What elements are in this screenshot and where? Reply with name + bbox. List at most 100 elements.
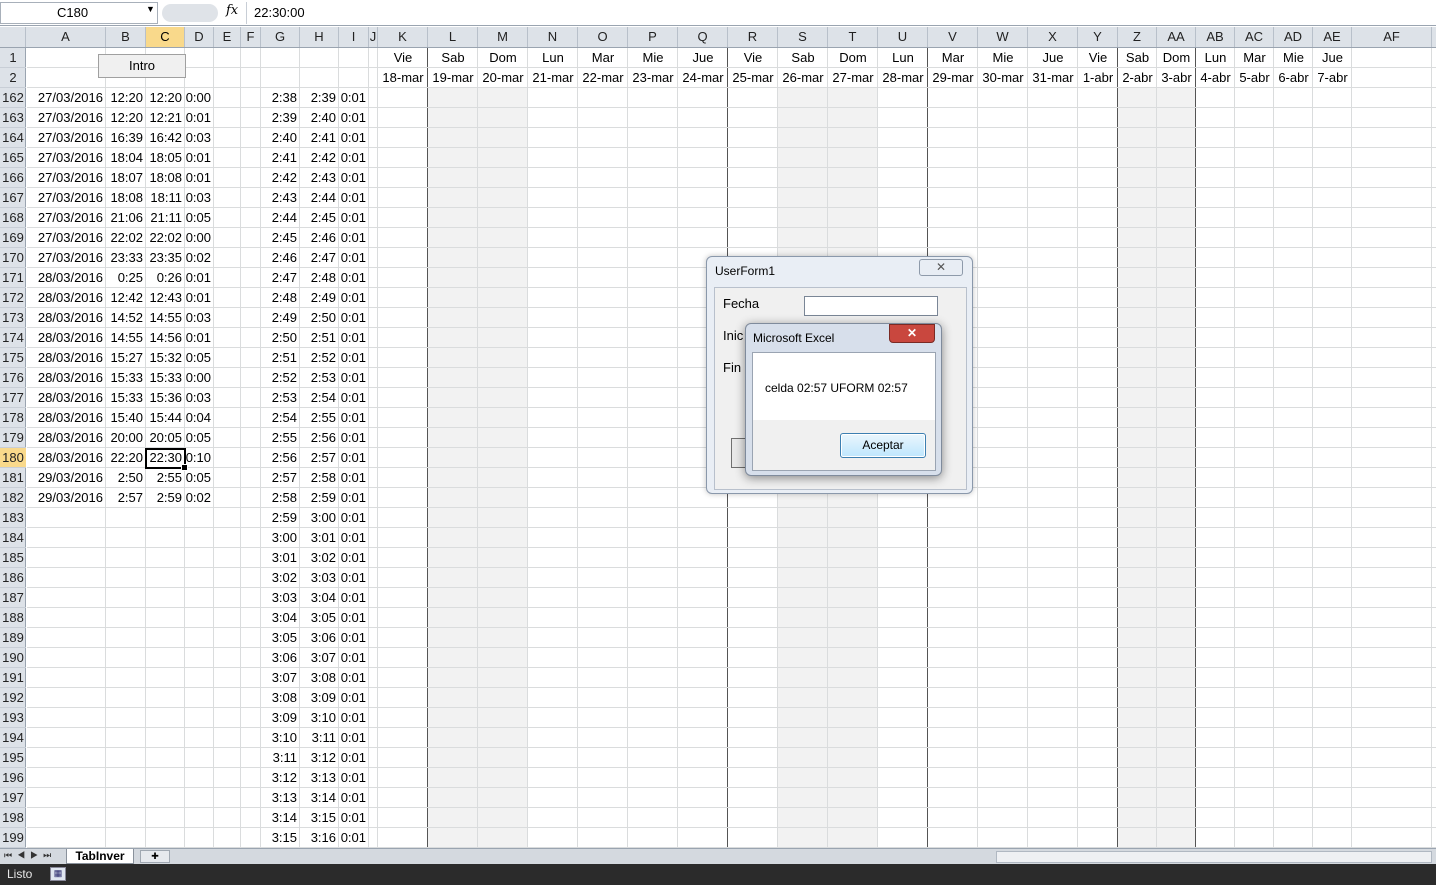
cell-g-170[interactable]: 2:46 bbox=[261, 248, 300, 268]
cell-i-191[interactable]: 0:01 bbox=[339, 668, 369, 688]
cell-b-166[interactable]: 18:07 bbox=[106, 168, 146, 188]
row-header-166[interactable]: 166 bbox=[0, 168, 26, 188]
cell-h-196[interactable]: 3:13 bbox=[300, 768, 339, 788]
cell-g-181[interactable]: 2:57 bbox=[261, 468, 300, 488]
cell-c-182[interactable]: 2:59 bbox=[146, 488, 185, 508]
cell-h-195[interactable]: 3:12 bbox=[300, 748, 339, 768]
cell-g-182[interactable]: 2:58 bbox=[261, 488, 300, 508]
cell-d-180[interactable]: 0:10 bbox=[185, 448, 214, 468]
active-cell-cursor[interactable] bbox=[145, 448, 188, 471]
cell-i-182[interactable]: 0:01 bbox=[339, 488, 369, 508]
cell-g-189[interactable]: 3:05 bbox=[261, 628, 300, 648]
column-header-c[interactable]: C bbox=[146, 27, 185, 47]
cell-i-188[interactable]: 0:01 bbox=[339, 608, 369, 628]
cell-c-164[interactable]: 16:42 bbox=[146, 128, 185, 148]
cell-d-178[interactable]: 0:04 bbox=[185, 408, 214, 428]
cell-h-194[interactable]: 3:11 bbox=[300, 728, 339, 748]
cell-a-178[interactable]: 28/03/2016 bbox=[27, 408, 106, 428]
cell-c-167[interactable]: 18:11 bbox=[146, 188, 185, 208]
cell-d-177[interactable]: 0:03 bbox=[185, 388, 214, 408]
cell-g-177[interactable]: 2:53 bbox=[261, 388, 300, 408]
cell-i-186[interactable]: 0:01 bbox=[339, 568, 369, 588]
cell-g-163[interactable]: 2:39 bbox=[261, 108, 300, 128]
cell-h-167[interactable]: 2:44 bbox=[300, 188, 339, 208]
column-header-u[interactable]: U bbox=[878, 27, 928, 47]
cell-b-168[interactable]: 21:06 bbox=[106, 208, 146, 228]
cell-i-180[interactable]: 0:01 bbox=[339, 448, 369, 468]
cell-i-184[interactable]: 0:01 bbox=[339, 528, 369, 548]
row-header-182[interactable]: 182 bbox=[0, 488, 26, 508]
cell-a-171[interactable]: 28/03/2016 bbox=[27, 268, 106, 288]
column-header-q[interactable]: Q bbox=[678, 27, 728, 47]
cell-g-188[interactable]: 3:04 bbox=[261, 608, 300, 628]
cell-g-199[interactable]: 3:15 bbox=[261, 828, 300, 848]
cell-h-187[interactable]: 3:04 bbox=[300, 588, 339, 608]
cell-a-173[interactable]: 28/03/2016 bbox=[27, 308, 106, 328]
cell-g-173[interactable]: 2:49 bbox=[261, 308, 300, 328]
cell-c-173[interactable]: 14:55 bbox=[146, 308, 185, 328]
cell-h-162[interactable]: 2:39 bbox=[300, 88, 339, 108]
cell-a-167[interactable]: 27/03/2016 bbox=[27, 188, 106, 208]
cell-c-181[interactable]: 2:55 bbox=[146, 468, 185, 488]
cell-h-185[interactable]: 3:02 bbox=[300, 548, 339, 568]
formula-input[interactable]: 22:30:00 bbox=[246, 2, 1436, 24]
cell-g-185[interactable]: 3:01 bbox=[261, 548, 300, 568]
cell-i-168[interactable]: 0:01 bbox=[339, 208, 369, 228]
column-header-r[interactable]: R bbox=[728, 27, 778, 47]
cell-d-166[interactable]: 0:01 bbox=[185, 168, 214, 188]
cell-i-172[interactable]: 0:01 bbox=[339, 288, 369, 308]
row-header-176[interactable]: 176 bbox=[0, 368, 26, 388]
cell-b-178[interactable]: 15:40 bbox=[106, 408, 146, 428]
cell-b-170[interactable]: 23:33 bbox=[106, 248, 146, 268]
cell-d-172[interactable]: 0:01 bbox=[185, 288, 214, 308]
cell-d-164[interactable]: 0:03 bbox=[185, 128, 214, 148]
column-header-b[interactable]: B bbox=[106, 27, 146, 47]
cell-i-164[interactable]: 0:01 bbox=[339, 128, 369, 148]
formula-bar-splitter[interactable] bbox=[162, 4, 218, 22]
cell-h-169[interactable]: 2:46 bbox=[300, 228, 339, 248]
cell-g-168[interactable]: 2:44 bbox=[261, 208, 300, 228]
cell-g-190[interactable]: 3:06 bbox=[261, 648, 300, 668]
cell-a-163[interactable]: 27/03/2016 bbox=[27, 108, 106, 128]
cell-d-179[interactable]: 0:05 bbox=[185, 428, 214, 448]
cell-i-165[interactable]: 0:01 bbox=[339, 148, 369, 168]
cell-i-187[interactable]: 0:01 bbox=[339, 588, 369, 608]
cell-a-162[interactable]: 27/03/2016 bbox=[27, 88, 106, 108]
aceptar-button[interactable]: Aceptar bbox=[840, 433, 926, 458]
column-header-l[interactable]: L bbox=[428, 27, 478, 47]
column-header-k[interactable]: K bbox=[378, 27, 428, 47]
horizontal-scrollbar[interactable] bbox=[996, 851, 1432, 863]
cell-h-178[interactable]: 2:55 bbox=[300, 408, 339, 428]
column-header-x[interactable]: X bbox=[1028, 27, 1078, 47]
cell-c-169[interactable]: 22:02 bbox=[146, 228, 185, 248]
cell-i-169[interactable]: 0:01 bbox=[339, 228, 369, 248]
insert-function-icon[interactable]: fx bbox=[226, 3, 238, 18]
row-header-193[interactable]: 193 bbox=[0, 708, 26, 728]
cell-i-190[interactable]: 0:01 bbox=[339, 648, 369, 668]
column-header-ae[interactable]: AE bbox=[1313, 27, 1352, 47]
cell-h-179[interactable]: 2:56 bbox=[300, 428, 339, 448]
select-all-corner[interactable] bbox=[0, 27, 26, 47]
column-header-a[interactable]: A bbox=[26, 27, 106, 47]
cell-g-180[interactable]: 2:56 bbox=[261, 448, 300, 468]
cell-d-182[interactable]: 0:02 bbox=[185, 488, 214, 508]
cell-b-180[interactable]: 22:20 bbox=[106, 448, 146, 468]
cell-i-174[interactable]: 0:01 bbox=[339, 328, 369, 348]
cell-b-176[interactable]: 15:33 bbox=[106, 368, 146, 388]
cell-h-165[interactable]: 2:42 bbox=[300, 148, 339, 168]
column-header-y[interactable]: Y bbox=[1078, 27, 1118, 47]
cell-h-174[interactable]: 2:51 bbox=[300, 328, 339, 348]
cell-g-195[interactable]: 3:11 bbox=[261, 748, 300, 768]
cell-h-170[interactable]: 2:47 bbox=[300, 248, 339, 268]
close-icon[interactable]: ✕ bbox=[889, 324, 935, 343]
row-header-173[interactable]: 173 bbox=[0, 308, 26, 328]
cell-h-168[interactable]: 2:45 bbox=[300, 208, 339, 228]
cell-i-196[interactable]: 0:01 bbox=[339, 768, 369, 788]
chevron-down-icon[interactable]: ▼ bbox=[146, 4, 155, 14]
cell-i-178[interactable]: 0:01 bbox=[339, 408, 369, 428]
cell-b-169[interactable]: 22:02 bbox=[106, 228, 146, 248]
column-header-j[interactable]: J bbox=[369, 27, 378, 47]
cell-c-172[interactable]: 12:43 bbox=[146, 288, 185, 308]
cell-b-179[interactable]: 20:00 bbox=[106, 428, 146, 448]
cell-i-193[interactable]: 0:01 bbox=[339, 708, 369, 728]
